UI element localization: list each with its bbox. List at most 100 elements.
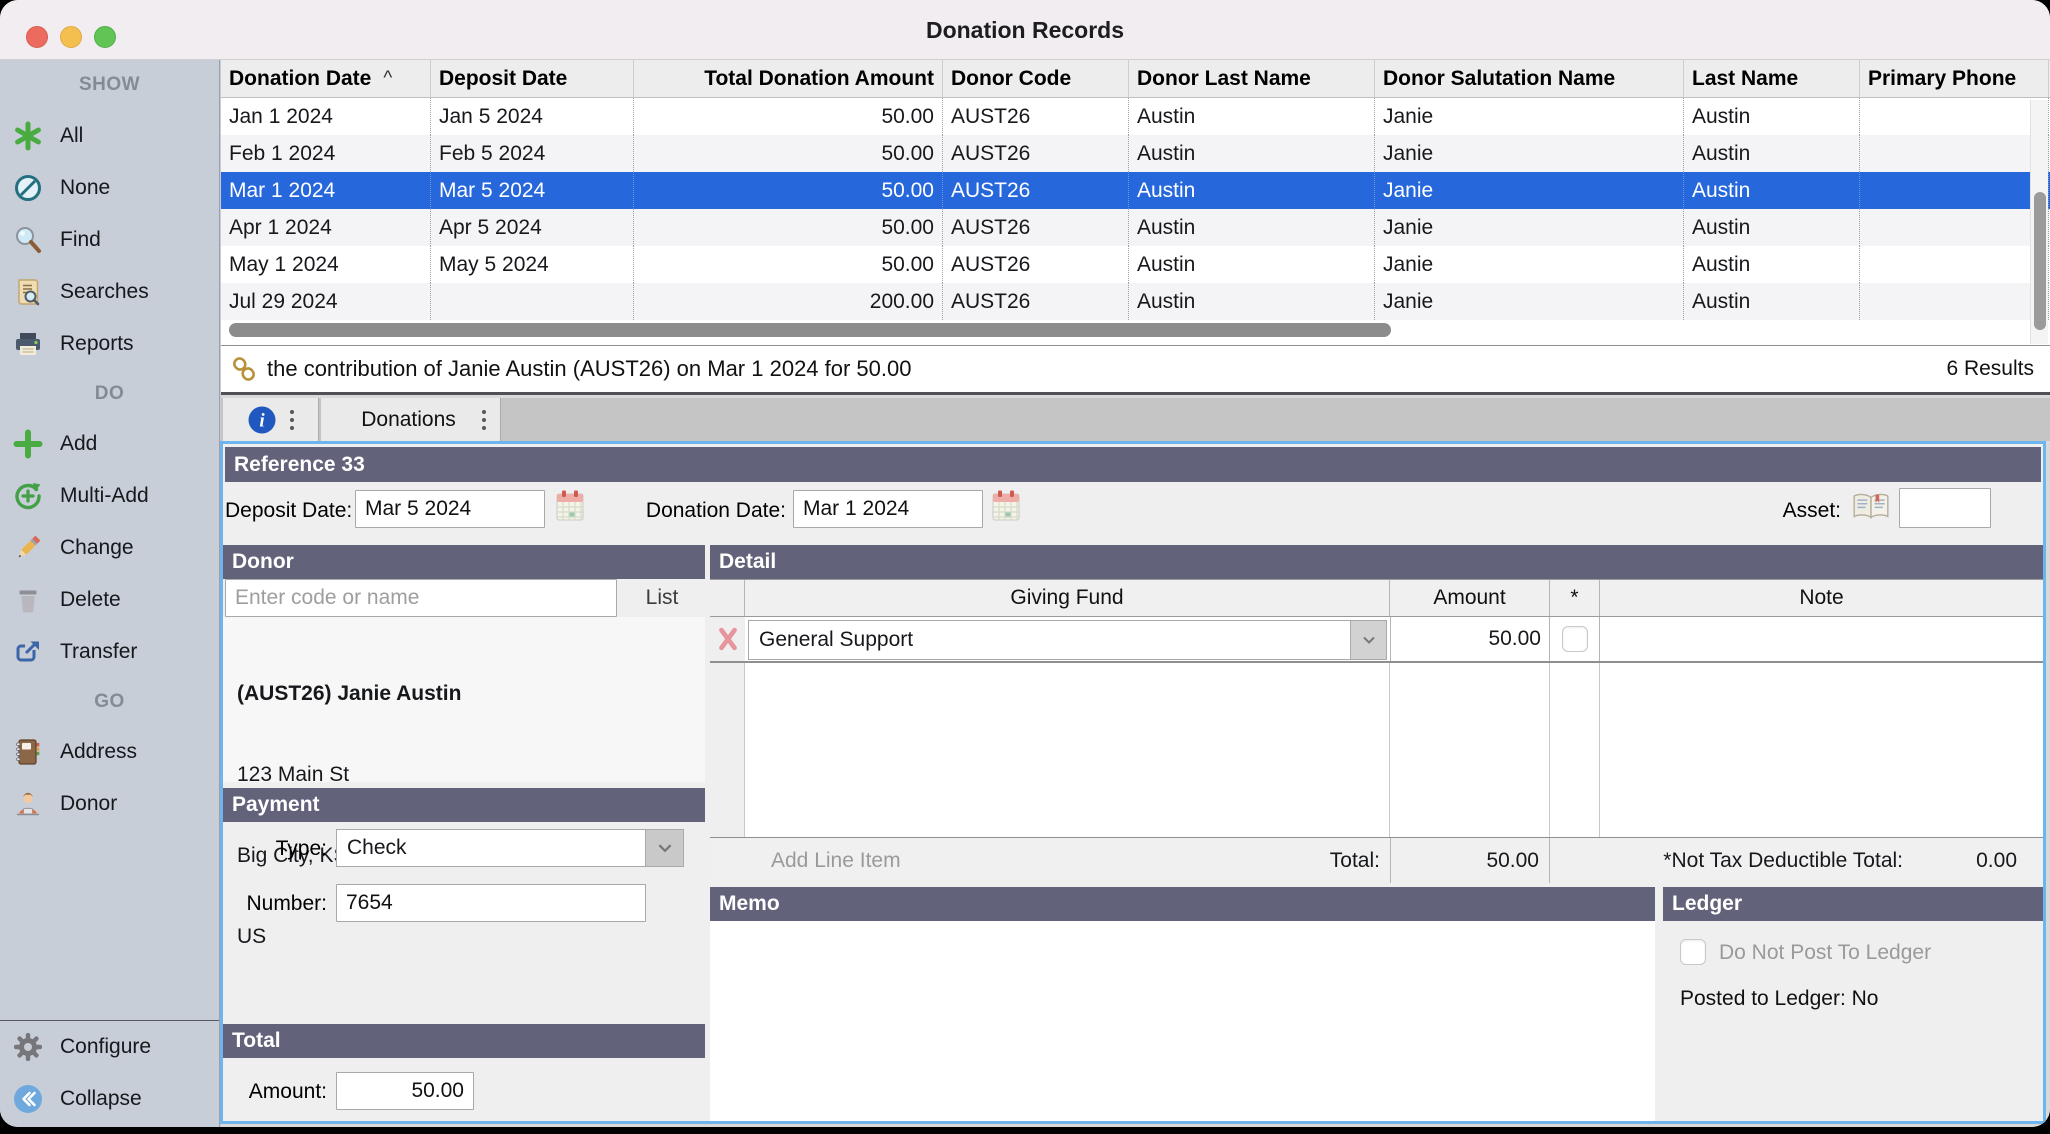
donor-address-line: US — [237, 923, 691, 950]
sidebar-item-donor[interactable]: Donor — [0, 778, 219, 830]
refresh-plus-icon — [13, 481, 43, 511]
sidebar-item-all[interactable]: All — [0, 110, 219, 162]
sidebar-item-label: Add — [60, 432, 97, 456]
zoom-button[interactable] — [94, 26, 116, 48]
total-amount-input[interactable] — [336, 1072, 474, 1110]
list-button[interactable]: List — [619, 579, 705, 617]
sidebar-item-none[interactable]: None — [0, 162, 219, 214]
horizontal-scrollbar[interactable] — [229, 323, 1391, 337]
sidebar-item-collapse[interactable]: Collapse — [0, 1073, 219, 1125]
table-cell: Mar 1 2024 — [221, 172, 431, 209]
sidebar-item-label: Reports — [60, 332, 134, 356]
ledger-book-icon[interactable] — [1851, 491, 1891, 527]
table-cell: Austin — [1684, 135, 1860, 172]
ledger-header: Ledger — [1663, 887, 2043, 921]
plus-icon — [13, 429, 43, 459]
column-header[interactable]: Total Donation Amount — [634, 60, 943, 97]
column-header[interactable]: Last Name — [1684, 60, 1860, 97]
table-row[interactable]: Apr 1 2024Apr 5 202450.00AUST26AustinJan… — [221, 209, 2050, 246]
table-cell — [1860, 209, 2049, 246]
vertical-scrollbar-track — [2030, 100, 2048, 344]
table-cell: Feb 1 2024 — [221, 135, 431, 172]
column-header[interactable]: Donor Salutation Name — [1375, 60, 1684, 97]
total-header: Total — [223, 1024, 705, 1058]
sidebar-item-find[interactable]: Find — [0, 214, 219, 266]
memo-field[interactable] — [710, 921, 1655, 1121]
deposit-date-input[interactable] — [355, 490, 545, 528]
sidebar-item-configure[interactable]: Configure — [0, 1021, 219, 1073]
not-tax-deductible-checkbox[interactable] — [1562, 626, 1588, 652]
sidebar-item-transfer[interactable]: Transfer — [0, 626, 219, 678]
link-icon — [231, 355, 257, 383]
payment-number-input[interactable] — [336, 884, 646, 922]
sidebar-item-label: Find — [60, 228, 101, 252]
donor-header: Donor — [223, 545, 705, 579]
table-cell: 50.00 — [634, 98, 943, 135]
posted-to-ledger-text: Posted to Ledger: No — [1680, 987, 1878, 1011]
sort-asc-indicator: ^ — [383, 68, 392, 90]
donor-search-input[interactable] — [225, 579, 617, 617]
tab-info[interactable]: i — [223, 398, 319, 441]
table-cell: Austin — [1684, 98, 1860, 135]
not-tax-deductible-total-label: *Not Tax Deductible Total: — [1663, 849, 1903, 873]
giving-fund-select[interactable]: General Support — [748, 620, 1387, 660]
asset-input[interactable] — [1899, 488, 1991, 528]
sidebar-item-change[interactable]: Change — [0, 522, 219, 574]
do-not-post-checkbox[interactable] — [1680, 939, 1706, 965]
tab-donations[interactable]: Donations — [321, 398, 501, 441]
sidebar-item-searches[interactable]: Searches — [0, 266, 219, 318]
kebab-menu-icon[interactable] — [290, 410, 294, 430]
table-row[interactable]: Jul 29 2024200.00AUST26AustinJanieAustin — [221, 283, 2050, 320]
sidebar-item-address[interactable]: Address — [0, 726, 219, 778]
sidebar-item-label: Configure — [60, 1035, 151, 1059]
vertical-scrollbar[interactable] — [2034, 192, 2046, 330]
column-header[interactable]: Deposit Date — [431, 60, 634, 97]
table-cell: Austin — [1684, 283, 1860, 320]
calendar-icon[interactable] — [991, 490, 1021, 527]
table-cell: Janie — [1375, 172, 1684, 209]
table-cell: Austin — [1684, 209, 1860, 246]
donation-date-input[interactable] — [793, 490, 983, 528]
detail-empty-rows — [710, 663, 2043, 837]
table-cell: Austin — [1684, 172, 1860, 209]
donation-date-label: Donation Date: — [638, 496, 786, 526]
table-row[interactable]: Mar 1 2024Mar 5 202450.00AUST26AustinJan… — [221, 172, 2050, 209]
detail-header: Detail — [710, 545, 2043, 579]
donor-name: (AUST26) Janie Austin — [237, 680, 691, 707]
sidebar-item-multi-add[interactable]: Multi-Add — [0, 470, 219, 522]
sidebar-item-reports[interactable]: Reports — [0, 318, 219, 370]
add-line-item-button[interactable]: Add Line Item — [745, 849, 901, 873]
table-cell: 50.00 — [634, 172, 943, 209]
line-item-amount[interactable]: 50.00 — [1390, 617, 1550, 661]
results-header-row: Donation Date^Deposit DateTotal Donation… — [221, 60, 2050, 98]
calendar-icon[interactable] — [555, 490, 585, 527]
sidebar-item-label: Multi-Add — [60, 484, 149, 508]
column-header[interactable]: Donor Last Name — [1129, 60, 1375, 97]
table-row[interactable]: May 1 2024May 5 202450.00AUST26AustinJan… — [221, 246, 2050, 283]
delete-line-item-button[interactable] — [710, 617, 745, 661]
column-header[interactable]: Donor Code — [943, 60, 1129, 97]
table-row[interactable]: Jan 1 2024Jan 5 202450.00AUST26AustinJan… — [221, 98, 2050, 135]
sidebar-item-delete[interactable]: Delete — [0, 574, 219, 626]
share-arrow-icon — [13, 637, 43, 667]
table-row[interactable]: Feb 1 2024Feb 5 202450.00AUST26AustinJan… — [221, 135, 2050, 172]
kebab-menu-icon[interactable] — [482, 410, 486, 430]
table-cell: Austin — [1129, 209, 1375, 246]
table-cell — [1860, 135, 2049, 172]
sidebar-item-add[interactable]: Add — [0, 418, 219, 470]
line-item-note-field[interactable] — [1600, 617, 2043, 661]
table-cell: Austin — [1129, 246, 1375, 283]
gear-icon — [13, 1032, 43, 1062]
column-header[interactable]: Donation Date^ — [221, 60, 431, 97]
table-cell: AUST26 — [943, 98, 1129, 135]
column-header[interactable]: Primary Phone — [1860, 60, 2049, 97]
payment-type-select[interactable]: Check — [336, 829, 684, 867]
minimize-button[interactable] — [60, 26, 82, 48]
sidebar-item-label: None — [60, 176, 110, 200]
tab-bar: i Donations — [221, 398, 2050, 441]
close-button[interactable] — [26, 26, 48, 48]
sidebar-footer: Configure Collapse — [0, 1020, 219, 1125]
table-cell: AUST26 — [943, 135, 1129, 172]
table-cell: 50.00 — [634, 209, 943, 246]
table-cell — [1860, 98, 2049, 135]
